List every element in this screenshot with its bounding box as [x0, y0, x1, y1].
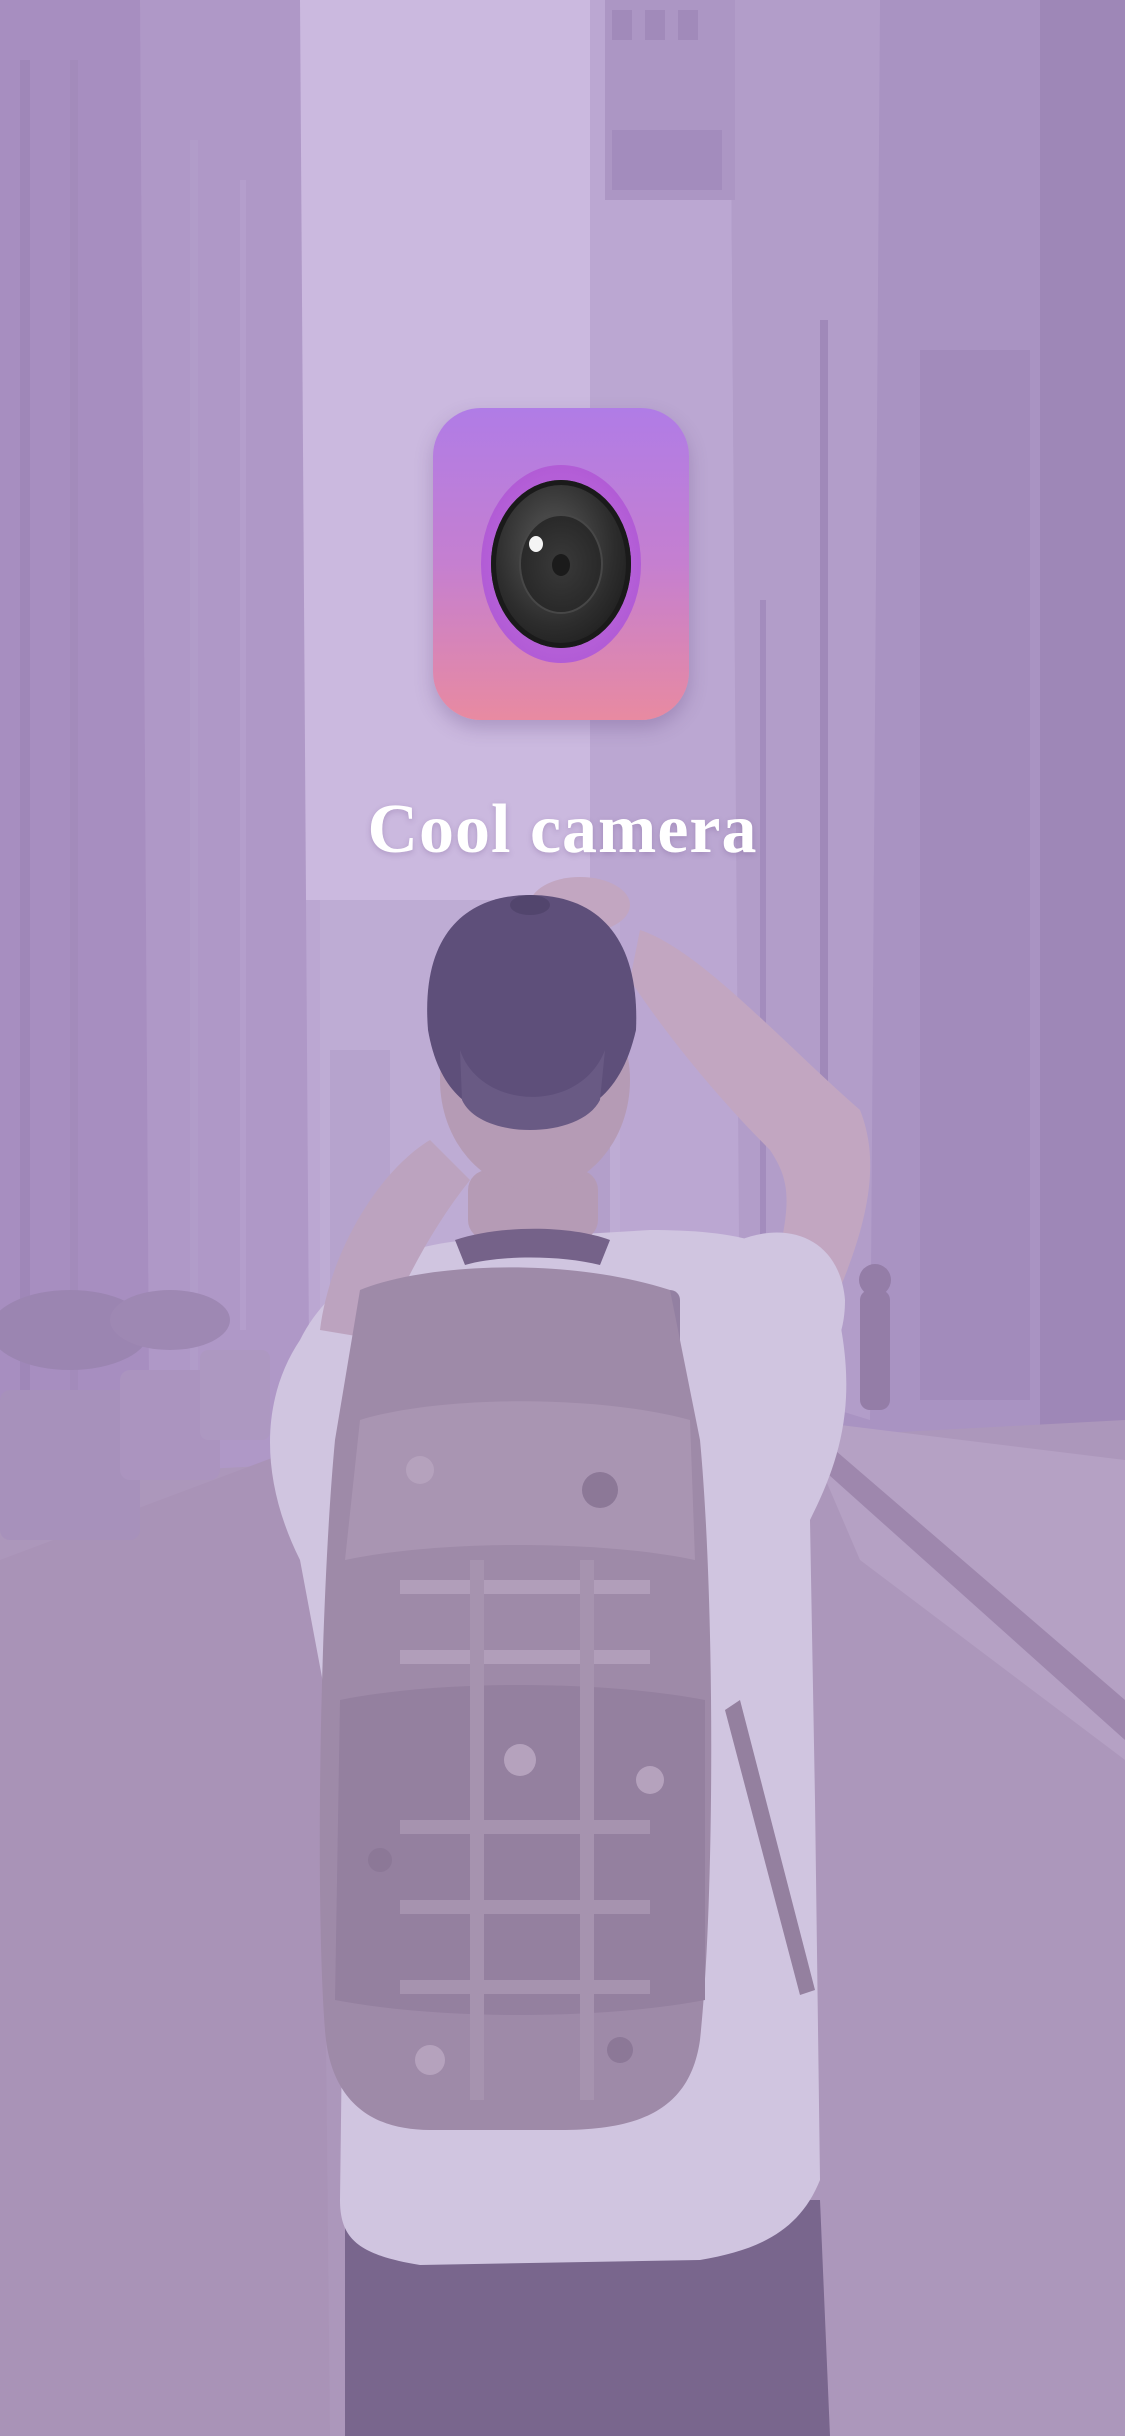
camera-lens-icon	[433, 408, 689, 720]
splash-screen: Cool camera	[0, 0, 1125, 2436]
lens-glint	[529, 536, 543, 552]
app-title: Cool camera	[367, 791, 758, 868]
lens-core	[552, 554, 570, 576]
background-tint-overlay	[0, 0, 1125, 2436]
